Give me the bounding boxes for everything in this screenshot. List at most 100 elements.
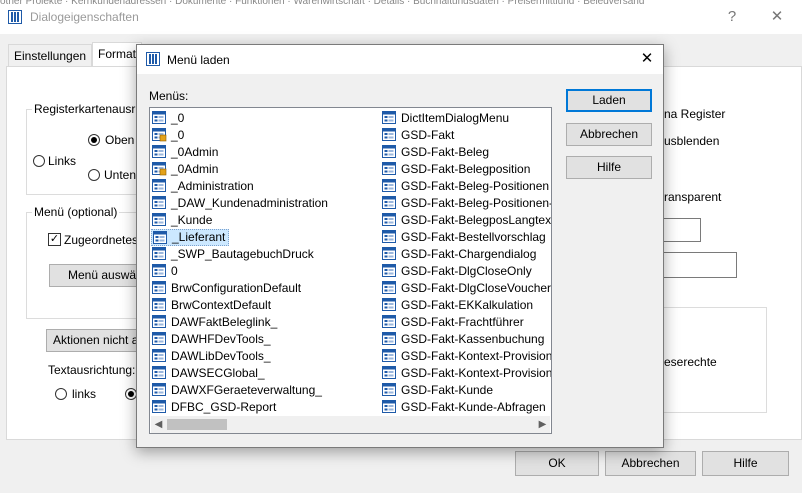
list-item[interactable]: GSD-Fakt-Beleg-Positionen bbox=[381, 178, 551, 195]
menu-icon bbox=[382, 264, 396, 277]
menu-select-button[interactable]: Menü auswä bbox=[49, 264, 149, 287]
menu-icon bbox=[382, 196, 396, 209]
list-item[interactable]: GSD-Fakt-Kunde-Abfragen bbox=[381, 399, 549, 416]
list-item[interactable]: _Administration bbox=[151, 178, 257, 195]
list-item[interactable]: GSD-Fakt-Beleg bbox=[381, 144, 492, 161]
list-item[interactable]: 0 bbox=[151, 263, 181, 280]
outer-cancel-button[interactable]: Abbrechen bbox=[605, 451, 696, 476]
close-icon[interactable]: ✕ bbox=[765, 8, 789, 26]
list-item[interactable]: GSD-Fakt-Frachtführer bbox=[381, 314, 527, 331]
actions-button[interactable]: Aktionen nicht a bbox=[46, 329, 146, 352]
list-item[interactable]: GSD-Fakt-Belegposition bbox=[381, 161, 533, 178]
radio-text-links[interactable] bbox=[55, 388, 67, 400]
background-window-strip: other Projekte · Kernkundenadressen · Do… bbox=[0, 0, 802, 4]
list-item[interactable]: GSD-Fakt-BelegposLangtext bbox=[381, 212, 551, 229]
list-item[interactable]: GSD-Fakt-Kunde bbox=[381, 382, 496, 399]
list-item[interactable]: GSD-Fakt-DlgCloseOnly bbox=[381, 263, 535, 280]
register-option-text: na Register bbox=[664, 107, 726, 121]
list-item-label: GSD-Fakt-Beleg-Positionen- bbox=[401, 196, 552, 210]
list-item-label: GSD-Fakt-Bestellvorschlag bbox=[401, 230, 546, 244]
radio-oben[interactable] bbox=[88, 134, 100, 146]
list-item[interactable]: GSD-Fakt-Chargendialog bbox=[381, 246, 539, 263]
list-item[interactable]: _0Admin bbox=[151, 144, 221, 161]
menu-icon bbox=[152, 400, 166, 413]
menu-lock-icon bbox=[152, 128, 167, 142]
list-item[interactable]: BrwConfigurationDefault bbox=[151, 280, 304, 297]
load-button[interactable]: Laden bbox=[566, 89, 652, 112]
zugeordnet-label: Zugeordnetes bbox=[64, 233, 139, 247]
radio-links[interactable] bbox=[33, 155, 45, 167]
menu-icon bbox=[382, 247, 396, 260]
list-item[interactable]: GSD-Fakt-Kassenbuchung bbox=[381, 331, 547, 348]
menu-icon bbox=[382, 230, 396, 243]
list-item-label: _0 bbox=[171, 111, 185, 125]
right-input-1[interactable] bbox=[660, 218, 701, 242]
list-item[interactable]: DAWXFGeraeteverwaltung_ bbox=[151, 382, 325, 399]
list-item[interactable]: GSD-Fakt bbox=[381, 127, 457, 144]
list-item[interactable]: DAWHFDevTools_ bbox=[151, 331, 274, 348]
list-item[interactable]: DAWSECGlobal_ bbox=[151, 365, 268, 382]
list-item[interactable]: GSD-Fakt-Kontext-Provision bbox=[381, 348, 551, 365]
cancel-button[interactable]: Abbrechen bbox=[566, 123, 652, 146]
help-button[interactable]: ? bbox=[720, 8, 744, 26]
list-item[interactable]: _0 bbox=[151, 127, 187, 144]
list-item[interactable]: _SWP_BautagebuchDruck bbox=[151, 246, 317, 263]
tab-einstellungen[interactable]: Einstellungen bbox=[8, 44, 93, 67]
list-item[interactable]: GSD-Fakt-Bestellvorschlag bbox=[381, 229, 549, 246]
ok-button[interactable]: OK bbox=[515, 451, 599, 476]
menu-icon bbox=[382, 349, 396, 362]
list-item-label: _0 bbox=[171, 128, 185, 142]
radio-links-label: Links bbox=[48, 154, 77, 168]
horizontal-scrollbar[interactable]: ◀ ▶ bbox=[151, 416, 550, 433]
scrollbar-thumb[interactable] bbox=[167, 419, 227, 430]
help-button[interactable]: Hilfe bbox=[566, 156, 652, 179]
list-item-label: GSD-Fakt-Kontext-Provision bbox=[401, 366, 552, 380]
list-item[interactable]: _Kunde bbox=[151, 212, 215, 229]
right-input-2[interactable] bbox=[660, 252, 737, 278]
outer-help-button[interactable]: Hilfe bbox=[702, 451, 789, 476]
menu-icon bbox=[152, 315, 166, 328]
list-item-label: _DAW_Kundenadministration bbox=[171, 196, 328, 210]
dialog-titlebar: Menü laden ✕ bbox=[137, 45, 663, 74]
list-item[interactable]: GSD-Fakt-Beleg-Positionen- bbox=[381, 195, 552, 212]
list-item-label: _0Admin bbox=[171, 162, 219, 176]
list-item[interactable]: DAWLibDevTools_ bbox=[151, 348, 274, 365]
list-item-label: GSD-Fakt bbox=[401, 128, 455, 142]
menu-icon bbox=[152, 349, 166, 362]
list-item[interactable]: DFBC_GSD-Report bbox=[151, 399, 279, 416]
list-item[interactable]: _0Admin bbox=[151, 161, 221, 178]
list-item[interactable]: DictItemDialogMenu bbox=[381, 110, 512, 127]
zugeordnet-checkbox[interactable]: ✓ bbox=[48, 233, 61, 246]
list-item[interactable]: _0 bbox=[151, 110, 187, 127]
list-item-label: _SWP_BautagebuchDruck bbox=[171, 247, 314, 261]
radio-unten[interactable] bbox=[88, 169, 100, 181]
menu-icon bbox=[382, 213, 396, 226]
list-item-label: GSD-Fakt-EKKalkulation bbox=[401, 298, 534, 312]
list-item[interactable]: DAWFaktBeleglink_ bbox=[151, 314, 280, 331]
app-icon bbox=[146, 52, 160, 66]
list-item-label: GSD-Fakt-DlgCloseOnly bbox=[401, 264, 532, 278]
list-item[interactable]: _DAW_Kundenadministration bbox=[151, 195, 331, 212]
menu-icon bbox=[382, 179, 396, 192]
list-item-label: _Administration bbox=[171, 179, 254, 193]
menu-icon bbox=[152, 179, 166, 192]
list-item-label: GSD-Fakt-Chargendialog bbox=[401, 247, 537, 261]
list-item-label: GSD-Fakt-Beleg bbox=[401, 145, 490, 159]
menu-icon bbox=[152, 145, 166, 158]
list-item[interactable]: GSD-Fakt-EKKalkulation bbox=[381, 297, 536, 314]
list-item[interactable]: GSD-Fakt-DlgCloseVoucherIt bbox=[381, 280, 551, 297]
menu-icon bbox=[152, 264, 166, 277]
list-item[interactable]: _Lieferant bbox=[151, 229, 230, 246]
list-item[interactable]: BrwContextDefault bbox=[151, 297, 274, 314]
tab-format[interactable]: Format bbox=[92, 42, 143, 67]
list-item-label: _0Admin bbox=[171, 145, 219, 159]
ausblenden-option-text: usblenden bbox=[664, 134, 720, 148]
close-icon[interactable]: ✕ bbox=[637, 50, 657, 68]
menus-listbox[interactable]: _0 _0 _0Admin _0Admin _Administration _DAW_Ku… bbox=[149, 107, 552, 434]
list-item-label: 0 bbox=[171, 264, 178, 278]
scroll-left-icon[interactable]: ◀ bbox=[151, 417, 166, 432]
menu-icon bbox=[152, 383, 166, 396]
scroll-right-icon[interactable]: ▶ bbox=[535, 417, 550, 432]
menu-load-dialog: Menü laden ✕ Menüs: _0 _0 _0Admin _0Admin _A… bbox=[136, 44, 664, 448]
list-item[interactable]: GSD-Fakt-Kontext-Provision bbox=[381, 365, 552, 382]
